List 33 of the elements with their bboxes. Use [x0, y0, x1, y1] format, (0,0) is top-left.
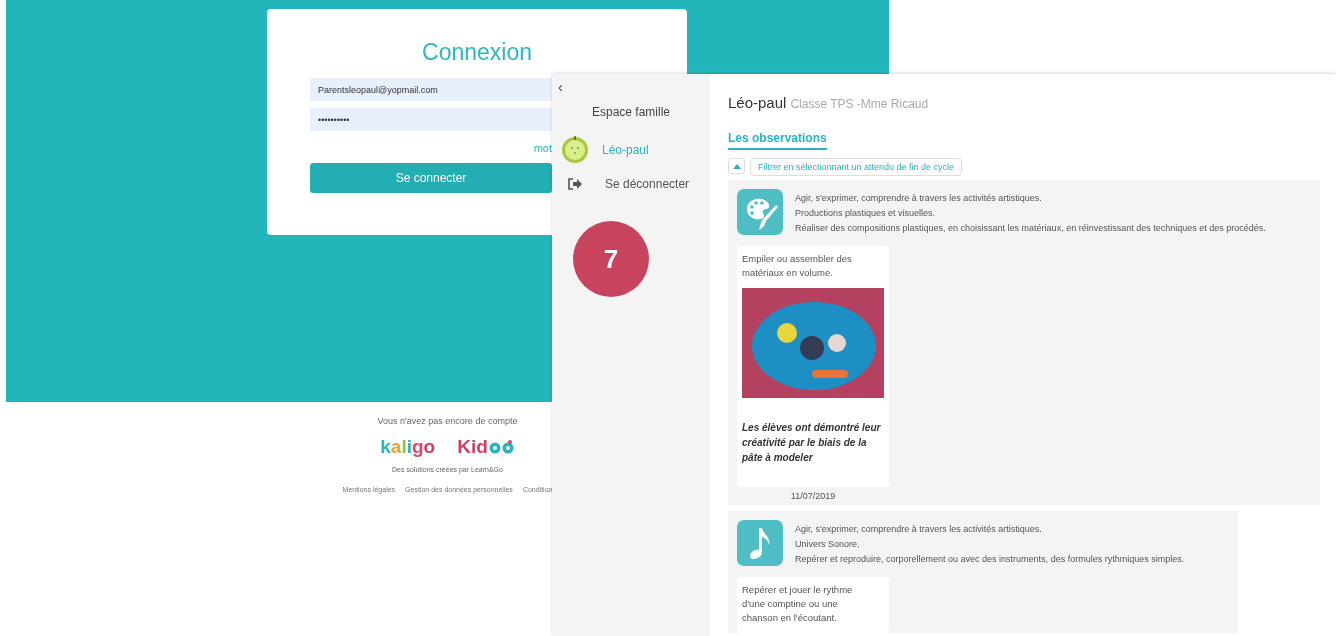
kaligo-logo: kaligo [380, 436, 436, 458]
kidoo-logo: Kid [457, 436, 515, 458]
collapse-toggle[interactable] [728, 158, 745, 174]
sidebar-title: Espace famille [590, 105, 671, 119]
sidebar-item[interactable]: Se déconnecter [552, 169, 710, 199]
logout-icon [568, 178, 582, 190]
collapse-button[interactable]: ‹ [552, 80, 569, 94]
observation-comment: Les élèves ont démontré leur créativité par le biais de la pâte à modeler [742, 421, 882, 465]
email-field[interactable]: Parentsleopaul@yopmail.com [310, 78, 552, 101]
observation-date: 11/07/2019 [789, 490, 837, 503]
tab[interactable]: Les observations [728, 131, 827, 150]
observation-title: Empiler ou assembler des matériaux en volume. [742, 252, 853, 280]
login-title: Connexion [421, 39, 533, 66]
forgot-password-link[interactable]: mot [533, 142, 552, 154]
competency-text: Repérer et reproduire, corporellement ou avec des instruments, des formules rythmiques simples. [795, 553, 1185, 566]
observation-title: Repérer et jouer le rythme d'une comptine ou une chanson en l'écoutant. [742, 583, 854, 625]
observation-card[interactable]: Repérer et jouer le rythme d'une comptine ou une chanson en l'écoutant. [737, 577, 889, 633]
login-button[interactable]: Se connecter [310, 163, 552, 193]
competency-text: Univers Sonore. [795, 538, 861, 551]
observation-card[interactable]: Empiler ou assembler des matériaux en volume. Les élèves ont démontré leur créativité par le biais de la pâte à modeler [737, 246, 889, 487]
class-label: Classe TPS -Mme Ricaud [790, 97, 929, 111]
signup-prompt: Vous n'avez pas encore de compte [377, 416, 518, 426]
music-note-icon [737, 520, 783, 566]
competency-text: Productions plastiques et visuelles. [795, 207, 937, 220]
competency-text: Agir, s'exprimer, comprendre à travers les activités artistiques. [795, 192, 1043, 205]
competency-text: Réaliser des compositions plastiques, en choisissant les matériaux, en réinvestissant des techniques et des procédés. [795, 222, 1266, 235]
password-field[interactable]: •••••••••• [310, 108, 552, 131]
caret-icon [732, 163, 741, 169]
palette-brush-icon [737, 189, 783, 235]
competency-text: Agir, s'exprimer, comprendre à travers les activités artistiques. [795, 523, 1043, 536]
filter-button[interactable]: Filtrer en sélectionnant un attendu de fin de cycle [750, 158, 963, 176]
apple-icon [561, 136, 589, 164]
student-name: Léo-paul [728, 94, 787, 111]
